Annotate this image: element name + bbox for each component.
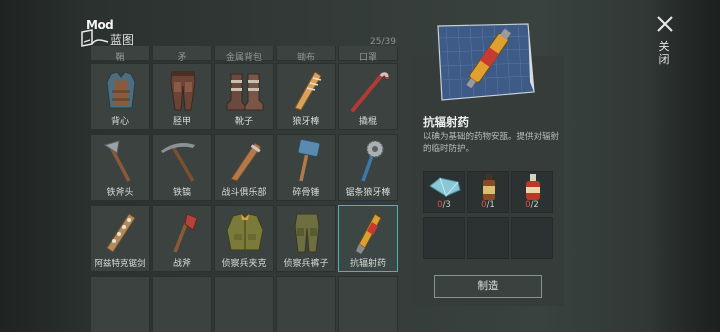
- cell-label: 战斗俱乐部: [221, 188, 267, 198]
- grid-cell-crowbar[interactable]: 撬棍: [338, 63, 398, 130]
- cell-label: 鞘: [115, 53, 125, 63]
- item-name: 抗辐射药: [423, 115, 469, 129]
- vest-icon: [106, 71, 136, 109]
- antirad-syringe-icon: [356, 213, 382, 254]
- item-description: 以碘为基础的药物安瓿。提供对辐射的临时防护。: [423, 132, 560, 154]
- material-slot[interactable]: 0/2: [511, 171, 553, 213]
- combat-club-icon: [230, 142, 262, 182]
- material-count: 0/3: [424, 200, 464, 210]
- leg-armor-icon: [170, 71, 196, 111]
- blueprint-tab-icon: [81, 29, 109, 47]
- small-bottle-icon: [483, 174, 495, 200]
- cell-label: 战斧: [172, 259, 191, 269]
- grid-cell-pickaxe[interactable]: 铁镐: [152, 134, 212, 201]
- sledgehammer-icon: [297, 139, 321, 182]
- cell-label: 胫甲: [172, 117, 191, 127]
- grid-cell[interactable]: 锄布: [276, 46, 336, 63]
- scout-jacket-icon: [226, 213, 264, 251]
- grid-cell-leg-armor[interactable]: 胫甲: [152, 63, 212, 130]
- cell-label: 矛: [177, 53, 187, 63]
- grid-cell[interactable]: [276, 276, 336, 332]
- grid-cell-scout-jacket[interactable]: 侦察兵夹克: [214, 205, 274, 272]
- cell-label: 铁斧头: [106, 188, 134, 198]
- cell-label: 阿兹特克锯剑: [94, 259, 146, 269]
- grid-cell-sledgehammer[interactable]: 碎骨锤: [276, 134, 336, 201]
- crystal-icon: [429, 177, 461, 197]
- cell-label: 口罩: [358, 53, 377, 63]
- grid-cell-spiked-club[interactable]: 狼牙棒: [276, 63, 336, 130]
- material-need: /2: [530, 200, 539, 210]
- grid-cell[interactable]: [214, 276, 274, 332]
- grid-cell[interactable]: 口罩: [338, 46, 398, 63]
- close-label[interactable]: 关闭: [658, 40, 670, 66]
- cell-label: 背心: [110, 117, 129, 127]
- grid-cell-scout-pants[interactable]: 侦察兵裤子: [276, 205, 336, 272]
- grid-cell[interactable]: [90, 276, 150, 332]
- grid-cell-aztec-sword[interactable]: 阿兹特克锯剑: [90, 205, 150, 272]
- cell-label: 锄布: [296, 53, 315, 63]
- spiked-club-icon: [294, 71, 322, 111]
- scout-pants-icon: [294, 213, 320, 253]
- cell-label: 靴子: [234, 117, 253, 127]
- red-bottle-icon: [526, 174, 540, 200]
- material-slot-empty: [511, 217, 553, 259]
- material-count: 0/1: [468, 200, 508, 210]
- pickaxe-icon: [161, 143, 195, 182]
- left-shade: [0, 0, 80, 332]
- boots-icon: [226, 73, 264, 111]
- grid-cell[interactable]: 矛: [152, 46, 212, 63]
- cell-label: 锯条狼牙棒: [345, 188, 391, 198]
- battle-axe-icon: [173, 213, 198, 253]
- grid-cell-antirad[interactable]: 抗辐射药: [338, 205, 398, 272]
- grid-cell[interactable]: [338, 276, 398, 332]
- grid-cell[interactable]: 鞘: [90, 46, 150, 63]
- blueprint-grid: 鞘 矛 金属背包 锄布 口罩 背心 胫甲 靴子 狼牙棒 撬棍 铁斧头 铁镐 战斗…: [90, 46, 398, 332]
- grid-cell-vest[interactable]: 背心: [90, 63, 150, 130]
- material-slot[interactable]: 0/3: [423, 171, 465, 213]
- cell-label: 侦察兵裤子: [283, 259, 329, 269]
- cell-label: 碎骨锤: [292, 188, 320, 198]
- material-count: 0/2: [512, 200, 552, 210]
- grid-cell-axe[interactable]: 铁斧头: [90, 134, 150, 201]
- blueprint-preview-icon: [437, 23, 535, 101]
- material-slot-empty: [423, 217, 465, 259]
- cell-label: 撬棍: [358, 117, 377, 127]
- material-need: /1: [486, 200, 495, 210]
- cell-label: 金属背包: [225, 53, 262, 63]
- cell-label: 狼牙棒: [292, 117, 320, 127]
- grid-cell[interactable]: [152, 276, 212, 332]
- cell-label: 侦察兵夹克: [221, 259, 267, 269]
- grid-cell-saw-mace[interactable]: 锯条狼牙棒: [338, 134, 398, 201]
- grid-cell-battle-axe[interactable]: 战斧: [152, 205, 212, 272]
- grid-cell-boots[interactable]: 靴子: [214, 63, 274, 130]
- mod-logo: Mod: [80, 18, 114, 48]
- cell-label: 铁镐: [172, 188, 191, 198]
- grid-cell-combat-club[interactable]: 战斗俱乐部: [214, 134, 274, 201]
- aztec-sword-icon: [106, 213, 136, 253]
- cell-label: 抗辐射药: [349, 259, 386, 269]
- material-slot[interactable]: 0/1: [467, 171, 509, 213]
- grid-cell[interactable]: 金属背包: [214, 46, 274, 63]
- close-icon[interactable]: [655, 14, 675, 34]
- material-need: /3: [442, 200, 451, 210]
- materials-grid: 0/3 0/1 0/2: [423, 171, 554, 261]
- saw-mace-icon: [361, 140, 384, 182]
- crowbar-icon: [351, 71, 389, 112]
- material-slot-empty: [467, 217, 509, 259]
- craft-button[interactable]: 制造: [434, 275, 542, 298]
- axe-icon: [103, 140, 131, 182]
